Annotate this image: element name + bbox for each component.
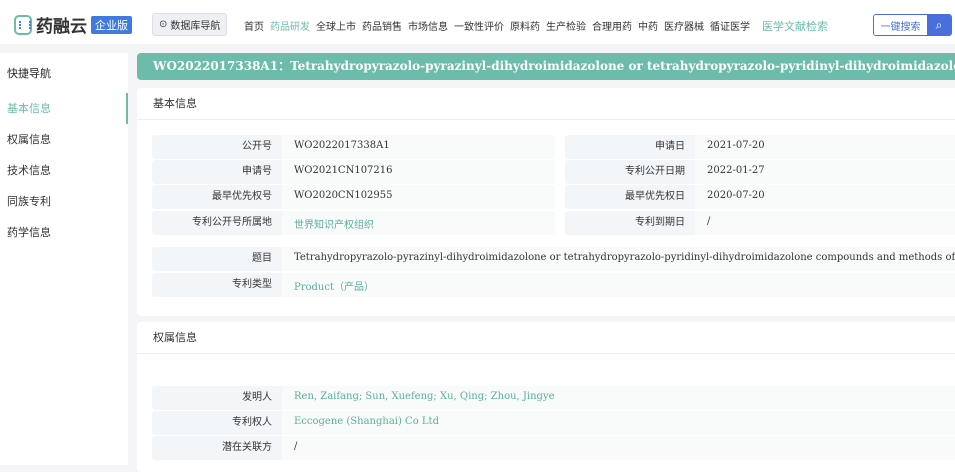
nav-market-info[interactable]: 市场信息	[408, 18, 448, 34]
info-row: 专利类型 Product（产品）	[152, 273, 955, 297]
field-value: /	[695, 211, 955, 235]
info-row: 潜在关联方 /	[152, 436, 955, 460]
sidebar-item-family[interactable]: 同族专利	[0, 186, 128, 217]
nav-consistency[interactable]: 一致性评价	[454, 18, 504, 34]
field-value: 2021-07-20	[695, 135, 955, 159]
field-value[interactable]: 世界知识产权组织	[282, 211, 555, 235]
field-label: 公开号	[152, 135, 282, 159]
field-value: WO2021CN107216	[282, 160, 555, 184]
search-icon[interactable]: ⌕	[927, 15, 951, 35]
info-row: 公开号 WO2022017338A1	[152, 135, 555, 159]
sidebar-item-basic[interactable]: 基本信息	[0, 93, 128, 124]
nav-production[interactable]: 生产检验	[546, 18, 586, 34]
nav-ebm[interactable]: 循证医学	[710, 18, 750, 34]
info-row: 专利公开号所属地 世界知识产权组织	[152, 211, 555, 235]
field-label: 专利类型	[152, 273, 282, 297]
edition-badge: 企业版	[91, 15, 132, 34]
field-value: 2022-01-27	[695, 160, 955, 184]
info-row: 申请日 2021-07-20	[565, 135, 955, 159]
logo-icon	[14, 14, 32, 35]
quick-search-button[interactable]: 一键搜索	[874, 15, 927, 35]
quick-search: 一键搜索 ⌕	[873, 14, 952, 36]
field-value: 2020-07-20	[695, 185, 955, 209]
field-label: 专利公开号所属地	[152, 211, 282, 235]
nav-tcm[interactable]: 中药	[638, 18, 658, 34]
section-heading: 权属信息	[137, 322, 955, 354]
field-label: 题目	[152, 247, 282, 271]
field-label: 潜在关联方	[152, 436, 282, 460]
nav-home[interactable]: 首页	[244, 18, 264, 34]
field-value: /	[282, 436, 955, 460]
info-row: 最早优先权号 WO2020CN102955	[152, 185, 555, 209]
chevron-down-circle-icon: ⊙	[159, 19, 168, 30]
field-label: 发明人	[152, 386, 282, 410]
top-header: 药融云 企业版 ⊙ 数据库导航 首页 药品研发 全球上市 药品销售 市场信息 一致…	[0, 0, 955, 44]
field-label: 专利公开日期	[565, 160, 695, 184]
field-label: 专利权人	[152, 411, 282, 435]
info-row: 题目 Tetrahydropyrazolo-pyrazinyl-dihydroim…	[152, 247, 955, 271]
nav-rational-use[interactable]: 合理用药	[592, 18, 632, 34]
field-label: 申请号	[152, 160, 282, 184]
main-nav: 首页 药品研发 全球上市 药品销售 市场信息 一致性评价 原料药 生产检验 合理…	[244, 18, 828, 34]
info-row: 专利公开日期 2022-01-27	[565, 160, 955, 184]
database-nav-button[interactable]: ⊙ 数据库导航	[152, 13, 228, 36]
sidebar: 快捷导航 基本信息 权属信息 技术信息 同族专利 药学信息	[0, 53, 128, 465]
field-value[interactable]: Ren, Zaifang; Sun, Xuefeng; Xu, Qing; Zh…	[282, 386, 955, 410]
sidebar-item-ownership[interactable]: 权属信息	[0, 124, 128, 155]
info-row: 专利权人 Eccogene (Shanghai) Co Ltd	[152, 411, 955, 435]
sidebar-title: 快捷导航	[7, 67, 51, 80]
field-label: 专利到期日	[565, 211, 695, 235]
info-row: 专利到期日 /	[565, 211, 955, 235]
info-row: 最早优先权日 2020-07-20	[565, 185, 955, 209]
section-heading: 基本信息	[137, 88, 955, 120]
nav-drug-sales[interactable]: 药品销售	[362, 18, 402, 34]
field-value[interactable]: Eccogene (Shanghai) Co Ltd	[282, 411, 955, 435]
nav-devices[interactable]: 医疗器械	[664, 18, 704, 34]
field-value: WO2022017338A1	[282, 135, 555, 159]
logo[interactable]: 药融云 企业版	[14, 12, 132, 37]
field-value[interactable]: Product（产品）	[282, 273, 955, 297]
nav-global-market[interactable]: 全球上市	[316, 18, 356, 34]
nav-literature-search[interactable]: 医学文献检索	[762, 18, 828, 34]
info-row: 申请号 WO2021CN107216	[152, 160, 555, 184]
patent-title-bar: WO2022017338A1：Tetrahydropyrazolo-pyrazi…	[137, 53, 955, 80]
database-nav-label: 数据库导航	[170, 21, 221, 32]
info-row: 发明人 Ren, Zaifang; Sun, Xuefeng; Xu, Qing;…	[152, 386, 955, 410]
field-value: WO2020CN102955	[282, 185, 555, 209]
field-label: 申请日	[565, 135, 695, 159]
sidebar-item-technical[interactable]: 技术信息	[0, 155, 128, 186]
logo-text: 药融云	[36, 17, 87, 37]
nav-api[interactable]: 原料药	[510, 18, 540, 34]
nav-drug-rd[interactable]: 药品研发	[270, 18, 310, 34]
sidebar-item-pharma[interactable]: 药学信息	[0, 217, 128, 248]
field-label: 最早优先权日	[565, 185, 695, 209]
field-value: Tetrahydropyrazolo-pyrazinyl-dihydroimid…	[282, 247, 955, 271]
field-label: 最早优先权号	[152, 185, 282, 209]
